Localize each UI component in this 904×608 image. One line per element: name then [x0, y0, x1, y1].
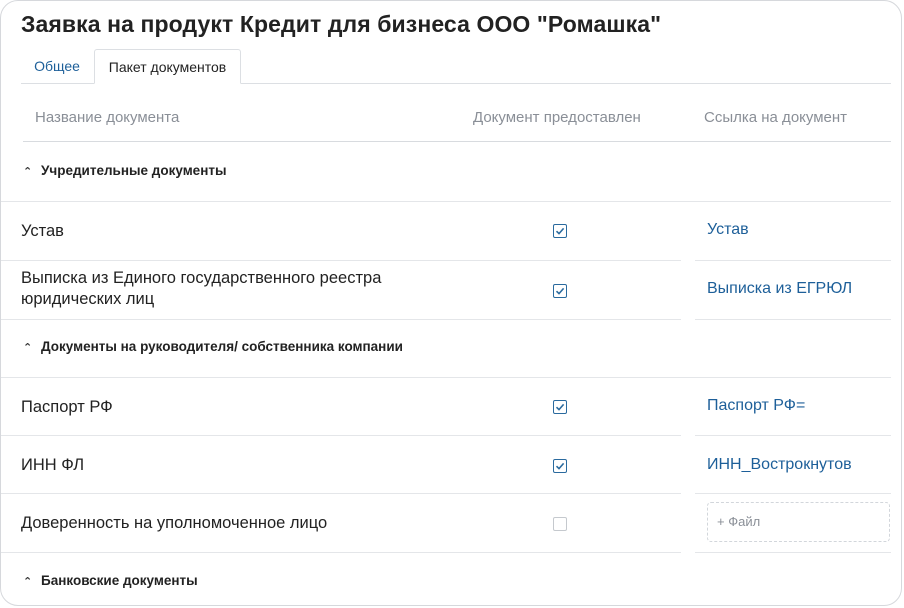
row-divider [1, 435, 681, 436]
chevron-up-icon: ⌃ [23, 342, 33, 354]
section-title: Банковские документы [41, 573, 198, 588]
provided-checkbox[interactable] [553, 400, 567, 414]
tab-document-package[interactable]: Пакет документов [94, 49, 241, 84]
document-name: ИНН ФЛ [21, 456, 85, 474]
row-divider [1, 319, 681, 320]
column-header-link: Ссылка на документ [704, 109, 848, 126]
document-link[interactable]: Выписка из ЕГРЮЛ [707, 280, 852, 298]
document-name: Паспорт РФ [21, 398, 113, 416]
section-title: Документы на руководителя/ собственника … [41, 339, 403, 354]
document-link[interactable]: Устав [707, 221, 749, 239]
checkmark-icon [555, 462, 565, 470]
checkmark-icon [555, 403, 565, 411]
row-divider [695, 319, 891, 320]
add-file-button[interactable]: + Файл [707, 502, 890, 542]
document-name: Выписка из Единого государственного реес… [21, 269, 382, 308]
tab-general[interactable]: Общее [21, 49, 93, 83]
column-header-provided: Документ предоставлен [473, 109, 641, 126]
checkmark-icon [555, 287, 565, 295]
provided-checkbox[interactable] [553, 459, 567, 473]
row-divider [695, 552, 891, 553]
section-header-management[interactable]: ⌃ Документы на руководителя/ собственника… [23, 339, 403, 354]
document-link[interactable]: ИНН_Вострокнутов [707, 456, 852, 474]
chevron-up-icon: ⌃ [23, 576, 33, 588]
document-name: Доверенность на уполномоченное лицо [21, 514, 328, 532]
column-header-name: Название документа [35, 109, 180, 126]
section-header-banking[interactable]: ⌃ Банковские документы [23, 573, 198, 588]
row-divider [1, 377, 891, 378]
row-divider [695, 435, 891, 436]
section-header-founding[interactable]: ⌃ Учредительные документы [23, 163, 227, 178]
document-name: Устав [21, 222, 64, 240]
application-window: Заявка на продукт Кредит для бизнеса ООО… [0, 0, 902, 606]
row-divider [695, 493, 891, 494]
provided-checkbox[interactable] [553, 224, 567, 238]
tab-bar: Общее Пакет документов [21, 49, 891, 84]
document-link[interactable]: Паспорт РФ= [707, 397, 805, 415]
provided-checkbox[interactable] [553, 284, 567, 298]
row-divider [1, 201, 891, 202]
row-divider [1, 260, 681, 261]
provided-checkbox[interactable] [553, 517, 567, 531]
section-title: Учредительные документы [41, 163, 227, 178]
row-divider [1, 552, 681, 553]
header-divider [23, 141, 891, 142]
page-title: Заявка на продукт Кредит для бизнеса ООО… [21, 11, 662, 37]
row-divider [695, 260, 891, 261]
chevron-up-icon: ⌃ [23, 166, 33, 178]
checkmark-icon [555, 227, 565, 235]
row-divider [1, 493, 681, 494]
